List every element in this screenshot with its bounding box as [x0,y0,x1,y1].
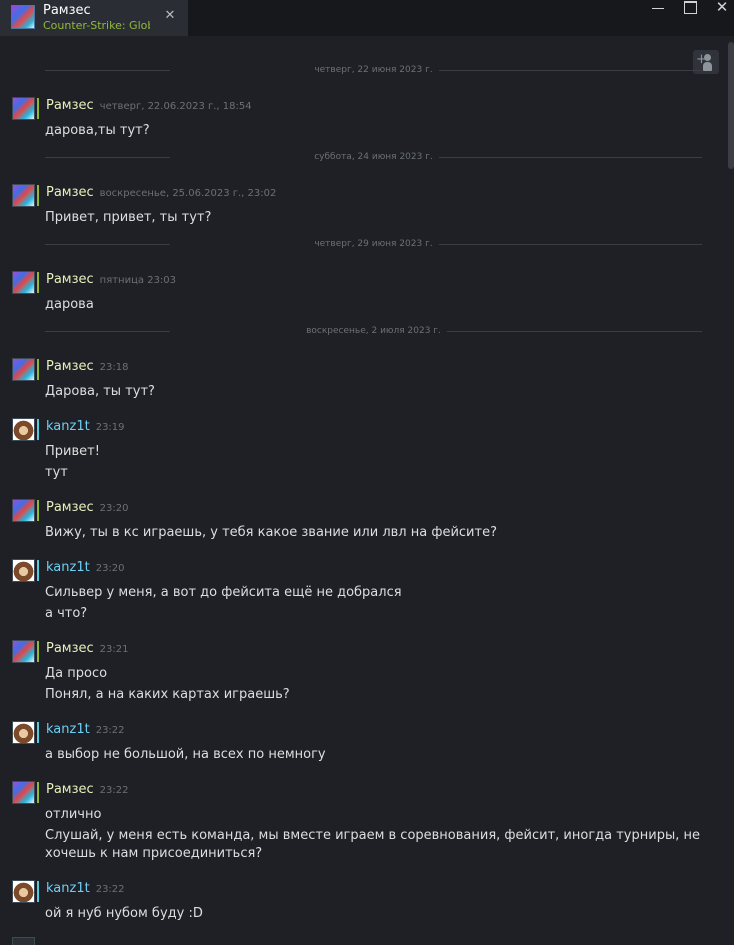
scrollbar-thumb[interactable] [728,42,734,169]
status-indicator [37,722,39,743]
status-indicator [37,881,39,902]
avatar[interactable] [12,358,35,381]
date-divider-label: четверг, 22 июня 2023 г. [308,65,439,75]
message-line: дарова,ты тут? [45,123,150,138]
minimize-icon[interactable] [646,0,670,16]
message-line: Да просо [45,666,108,681]
message-line: а выбор не большой, на всех по немногу [45,747,326,762]
avatar[interactable] [12,418,35,441]
date-divider-label: воскресенье, 2 июля 2023 г. [300,326,447,336]
date-divider: четверг, 29 июня 2023 г. [45,238,702,250]
status-indicator [37,500,39,521]
status-indicator [37,641,39,662]
tab-game-status: Counter-Strike: Global Offensive [43,19,150,32]
message-timestamp: четверг, 22.06.2023 г., 18:54 [99,101,252,112]
message-line: хочешь к нам присоединиться? [45,846,263,861]
avatar[interactable] [12,184,35,207]
message-timestamp: 23:20 [95,563,125,574]
status-indicator [37,419,39,440]
message-author[interactable]: Рамзес 23:22 [46,782,129,799]
status-indicator [37,359,39,380]
message-line: дарова [45,297,94,312]
window-close-icon[interactable]: ✕ [710,0,734,16]
message-author[interactable]: kanz1t 23:22 [46,722,125,739]
message-line: Привет! [45,444,100,459]
message-line: Понял, а на каких картах играешь? [45,687,290,702]
date-divider: воскресенье, 2 июля 2023 г. [45,325,702,337]
avatar[interactable] [12,781,35,804]
avatar[interactable] [12,721,35,744]
title-bar: Рамзес Counter-Strike: Global Offensive … [0,0,734,36]
message-author[interactable]: Рамзес 23:21 [46,641,129,658]
chat-tab[interactable]: Рамзес Counter-Strike: Global Offensive … [0,0,188,36]
avatar[interactable] [12,97,35,120]
friend-avatar [11,5,35,29]
avatar[interactable] [12,640,35,663]
message-author[interactable]: kanz1t 23:22 [46,881,125,898]
date-divider: четверг, 22 июня 2023 г. [45,64,702,76]
date-divider-label: четверг, 29 июня 2023 г. [308,239,439,249]
status-indicator [37,560,39,581]
message-line: Дарова, ты тут? [45,384,155,399]
message-timestamp: воскресенье, 25.06.2023 г., 23:02 [99,188,277,199]
person-body-shape [703,62,712,71]
date-divider: суббота, 24 июня 2023 г. [45,151,702,163]
message-line: Вижу, ты в кс играешь, у тебя какое зван… [45,525,497,540]
message-timestamp: 23:22 [95,725,125,736]
message-timestamp: пятница 23:03 [99,275,177,286]
avatar[interactable] [12,880,35,903]
message-line: а что? [45,606,88,621]
avatar[interactable] [12,937,35,945]
message-line: Сильвер у меня, а вот до фейсита ещё не … [45,585,402,600]
message-author[interactable]: kanz1t 23:20 [46,560,125,577]
tab-friend-name: Рамзес [43,3,91,18]
status-indicator [37,782,39,803]
maximize-icon[interactable] [678,0,702,16]
person-head-shape [704,54,711,61]
message-timestamp: 23:18 [99,362,129,373]
message-author[interactable]: kanz1t 23:19 [46,419,125,436]
avatar[interactable] [12,559,35,582]
message-timestamp: 23:22 [95,884,125,895]
avatar[interactable] [12,271,35,294]
message-timestamp: 23:21 [99,644,129,655]
status-indicator [37,272,39,293]
status-indicator [37,185,39,206]
status-indicator [37,98,39,119]
message-line: Привет, привет, ты тут? [45,210,212,225]
message-author[interactable]: Рамзес 23:18 [46,359,129,376]
message-timestamp: 23:22 [99,785,129,796]
message-timestamp: 23:20 [99,503,129,514]
message-author[interactable]: Рамзес 23:20 [46,500,129,517]
message-line: отлично [45,807,102,822]
avatar[interactable] [12,499,35,522]
message-line: ой я нуб нубом буду :D [45,906,203,921]
chat-log[interactable] [0,36,734,941]
message-line: тут [45,465,68,480]
date-divider-label: суббота, 24 июня 2023 г. [308,152,439,162]
close-icon[interactable]: ✕ [163,8,177,24]
message-author[interactable]: Рамзес четверг, 22.06.2023 г., 18:54 [46,98,252,115]
message-author[interactable]: Рамзес пятница 23:03 [46,272,176,289]
message-author[interactable]: Рамзес воскресенье, 25.06.2023 г., 23:02 [46,185,276,202]
scrollbar[interactable] [728,42,734,941]
message-timestamp: 23:19 [95,422,125,433]
